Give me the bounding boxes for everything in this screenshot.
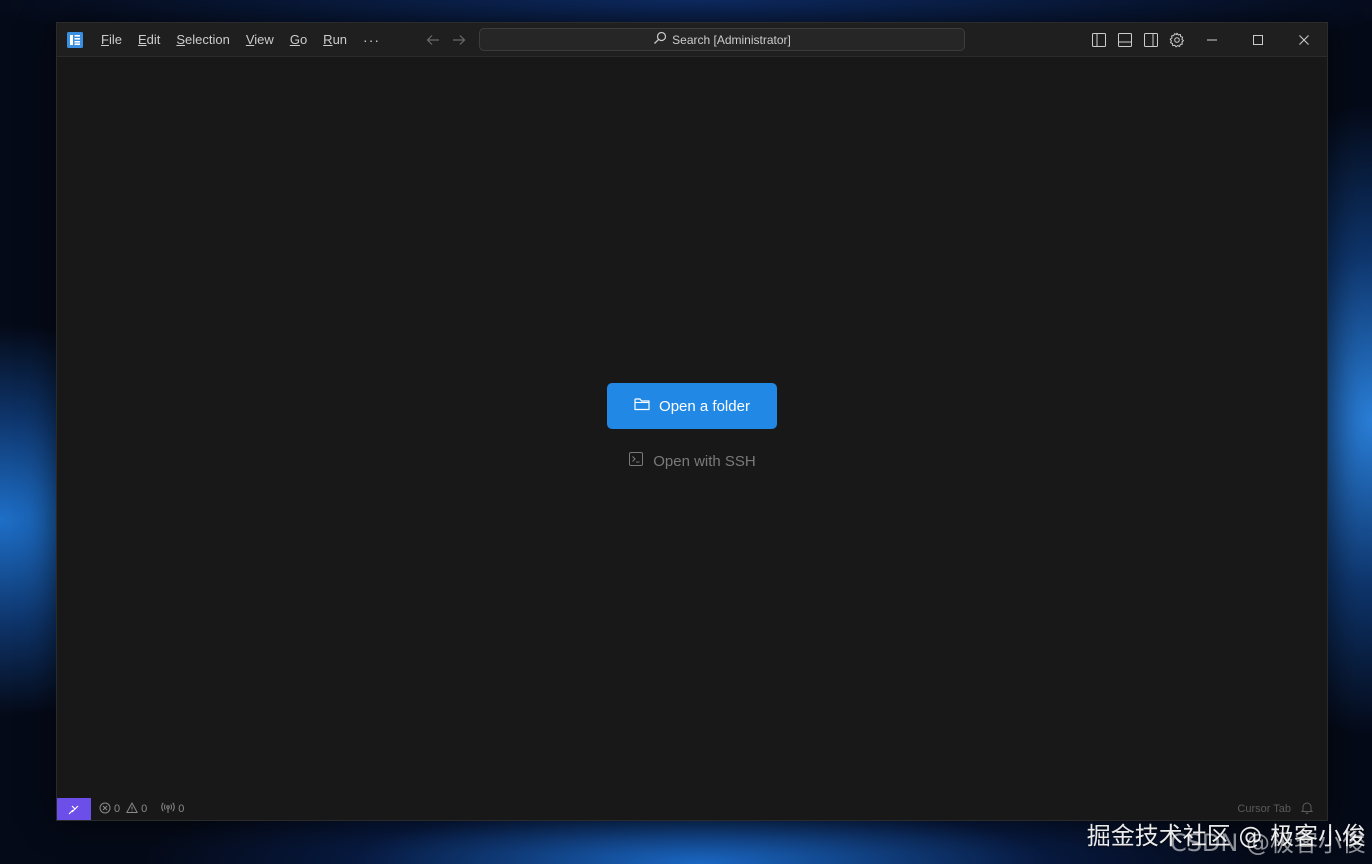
- command-center-search[interactable]: Search [Administrator]: [479, 28, 965, 51]
- title-bar: File Edit Selection View Go Run ··· Sear…: [57, 23, 1327, 57]
- open-folder-button[interactable]: Open a folder: [607, 383, 777, 429]
- toggle-panel-icon[interactable]: [1115, 30, 1135, 50]
- notifications-bell-icon[interactable]: [1300, 801, 1314, 817]
- remote-connection-button[interactable]: [57, 798, 91, 820]
- forward-arrow-icon[interactable]: [449, 30, 469, 50]
- layout-controls: [1089, 30, 1187, 50]
- problems-indicator[interactable]: 0 0: [99, 802, 147, 817]
- window-controls: [1189, 23, 1327, 57]
- maximize-icon[interactable]: [1235, 23, 1281, 57]
- menu-run[interactable]: Run: [315, 28, 355, 52]
- gear-icon[interactable]: [1167, 30, 1187, 50]
- status-right-items: Cursor Tab: [1237, 798, 1314, 820]
- watermark: 掘金技术社区 @ 极客小俊 CSDN @极客小俊: [1087, 823, 1366, 856]
- toggle-primary-sidebar-icon[interactable]: [1089, 30, 1109, 50]
- open-with-ssh-button[interactable]: Open with SSH: [628, 450, 756, 472]
- menu-selection[interactable]: Selection: [168, 28, 237, 52]
- search-icon: [653, 31, 667, 48]
- broadcast-icon: [161, 801, 175, 817]
- folder-icon: [634, 397, 650, 415]
- navigation-buttons: [423, 30, 469, 50]
- error-icon: [99, 802, 111, 817]
- menu-go[interactable]: Go: [282, 28, 315, 52]
- editor-window: File Edit Selection View Go Run ··· Sear…: [56, 22, 1328, 821]
- toggle-secondary-sidebar-icon[interactable]: [1141, 30, 1161, 50]
- menu-edit[interactable]: Edit: [130, 28, 168, 52]
- terminal-icon: [628, 451, 644, 471]
- warning-icon: [126, 802, 138, 817]
- menu-file[interactable]: File: [93, 28, 130, 52]
- search-label: Search [Administrator]: [672, 32, 791, 47]
- minimize-icon[interactable]: [1189, 23, 1235, 57]
- error-count: 0: [114, 803, 121, 815]
- menu-bar: File Edit Selection View Go Run ···: [93, 23, 388, 57]
- status-bar: 0 0 0 Cursor Tab: [57, 798, 1327, 820]
- open-folder-label: Open a folder: [659, 397, 750, 415]
- back-arrow-icon[interactable]: [423, 30, 443, 50]
- cursor-tab-status[interactable]: Cursor Tab: [1237, 803, 1291, 815]
- menu-more-button[interactable]: ···: [355, 28, 388, 52]
- welcome-actions: Open a folder Open with SSH: [57, 383, 1327, 472]
- app-logo-icon[interactable]: [67, 32, 83, 48]
- warning-count: 0: [141, 803, 148, 815]
- open-ssh-label: Open with SSH: [653, 452, 756, 470]
- ports-indicator[interactable]: 0: [161, 801, 185, 817]
- menu-view[interactable]: View: [238, 28, 282, 52]
- close-icon[interactable]: [1281, 23, 1327, 57]
- ports-count: 0: [178, 803, 185, 815]
